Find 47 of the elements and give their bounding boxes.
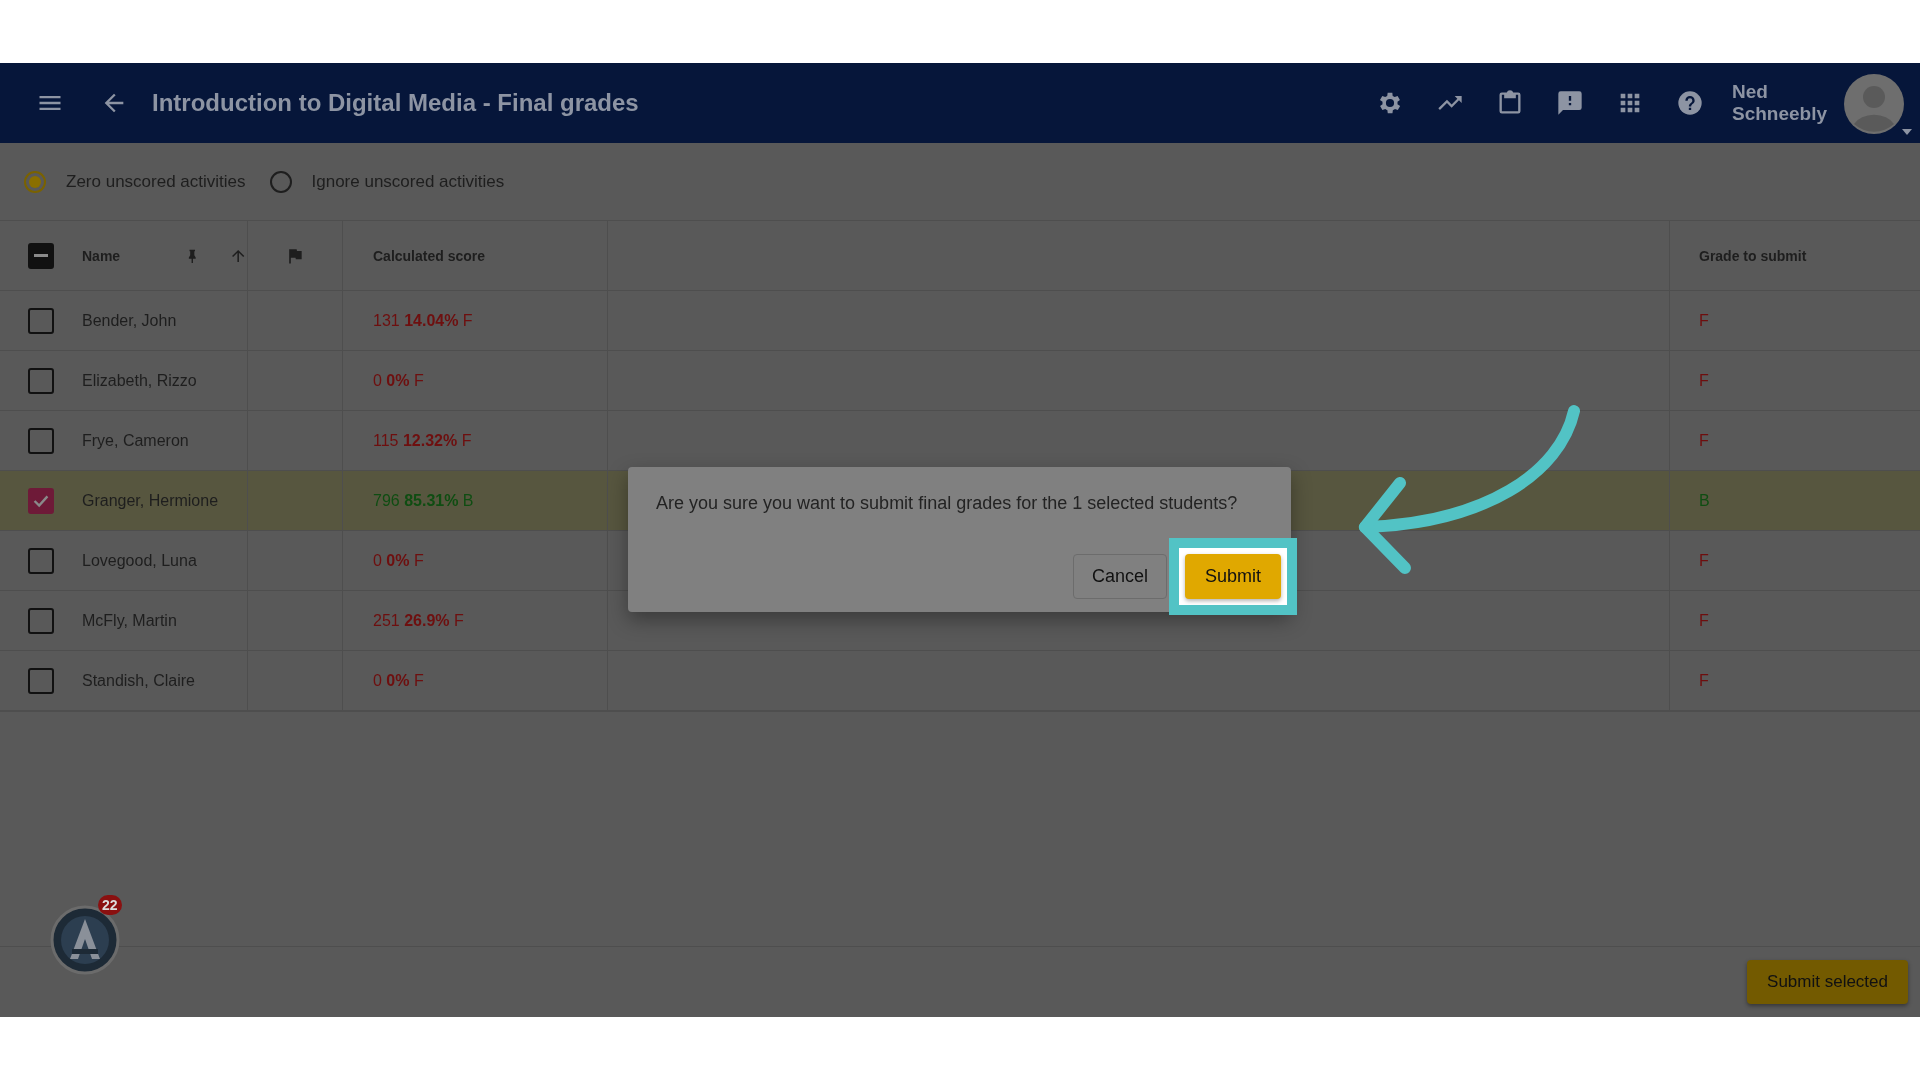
feedback-icon[interactable] [1556, 89, 1584, 117]
calculated-score: 131 14.04% F [373, 311, 473, 330]
radio-button[interactable] [24, 170, 46, 193]
column-header[interactable]: Name [82, 247, 121, 264]
calculated-score: 796 85.31% B [373, 491, 474, 510]
grade-value: F [1699, 311, 1709, 330]
row-checkbox[interactable] [28, 307, 54, 334]
dialog-button[interactable]: Submit [1184, 554, 1281, 599]
page-title: Introduction to Digital Media - Final grades [152, 89, 639, 117]
dialog-button[interactable]: Cancel [1072, 554, 1167, 599]
grade-value: F [1699, 551, 1709, 570]
dialog-message: Are you sure you want to submit final grades for the 1 selected students? [656, 493, 1239, 514]
calculated-score: 0 0% F [373, 551, 424, 570]
row-checkbox[interactable] [28, 547, 54, 574]
row-checkbox[interactable] [28, 667, 54, 694]
row-checkbox[interactable] [28, 607, 54, 634]
column-header[interactable]: Calculated score [373, 247, 486, 264]
row-checkbox[interactable] [28, 367, 54, 394]
calculated-score: 0 0% F [373, 671, 424, 690]
radio-label: Zero unscored activities [66, 171, 246, 192]
student-name: Elizabeth, Rizzo [82, 371, 197, 390]
calculated-score: 115 12.32% F [373, 431, 472, 450]
radio-option[interactable]: Zero unscored activities [24, 170, 246, 193]
submit-selected-button[interactable]: Submit selected [1747, 960, 1908, 1004]
grade-value: F [1699, 431, 1709, 450]
student-name: McFly, Martin [82, 611, 177, 630]
notification-badge: 22 [98, 895, 122, 915]
grade-value: F [1699, 611, 1709, 630]
student-name: Bender, John [82, 311, 177, 330]
row-checkbox[interactable] [28, 487, 54, 514]
user-name[interactable]: Ned Schneebly [1732, 81, 1832, 125]
row-checkbox[interactable] [28, 427, 54, 454]
calculated-score: 251 26.9% F [373, 611, 464, 630]
grade-value: B [1699, 491, 1710, 510]
select-all-checkbox[interactable] [28, 242, 54, 269]
radio-label: Ignore unscored activities [311, 171, 505, 192]
student-name: Standish, Claire [82, 671, 195, 690]
radio-button[interactable] [269, 170, 292, 193]
grade-value: F [1699, 671, 1709, 690]
help-icon[interactable] [1676, 89, 1704, 117]
calculated-score: 0 0% F [373, 371, 424, 390]
grade-value: F [1699, 371, 1709, 390]
column-header[interactable]: Grade to submit [1699, 247, 1807, 264]
student-name: Granger, Hermione [82, 491, 219, 510]
student-name: Frye, Cameron [82, 431, 189, 450]
radio-option[interactable]: Ignore unscored activities [269, 170, 505, 193]
student-name: Lovegood, Luna [82, 551, 197, 570]
